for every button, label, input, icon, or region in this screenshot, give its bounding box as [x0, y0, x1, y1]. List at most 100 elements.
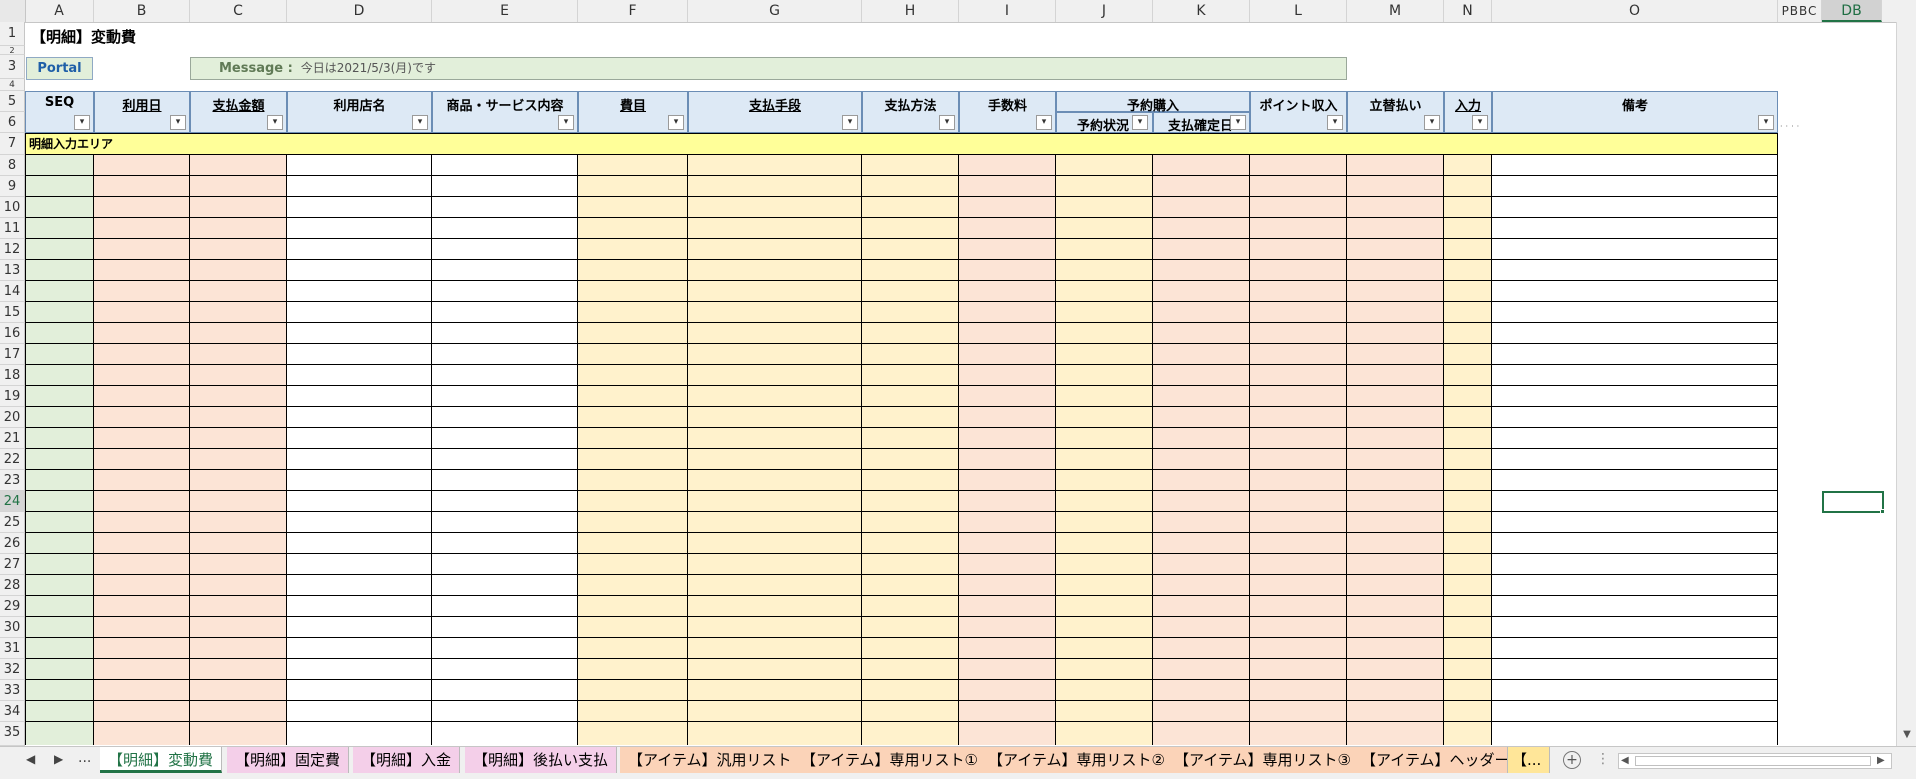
row-header[interactable]: 2: [0, 46, 25, 55]
row-header[interactable]: 23: [0, 470, 25, 491]
grid-line: [25, 406, 1778, 407]
col-header-a[interactable]: A: [25, 0, 94, 22]
row-header-selected[interactable]: 24: [0, 491, 25, 512]
sheet-tab[interactable]: 【明細】固定費: [227, 747, 350, 773]
filter-dropdown-notes[interactable]: ▾: [1758, 115, 1774, 130]
row-header[interactable]: 29: [0, 596, 25, 617]
sheet-tab[interactable]: 【アイテム】専用リスト②: [980, 747, 1174, 773]
select-all-corner[interactable]: [0, 0, 26, 22]
filter-dropdown-amount[interactable]: ▾: [267, 115, 283, 130]
row-header[interactable]: 25: [0, 512, 25, 533]
tab-splitter-icon[interactable]: ⋮: [1596, 751, 1610, 767]
scrollbar-thumb[interactable]: [1635, 756, 1871, 766]
row-header[interactable]: 7: [0, 133, 25, 155]
tab-overflow-left[interactable]: ...: [78, 750, 91, 766]
row-header[interactable]: 21: [0, 428, 25, 449]
row-header[interactable]: 6: [0, 112, 25, 133]
row-header[interactable]: 20: [0, 407, 25, 428]
grid-line: [25, 490, 1778, 491]
tab-scroll-right-icon[interactable]: ▶: [54, 752, 63, 766]
col-header-db-selected[interactable]: DB: [1822, 0, 1882, 22]
col-header-hidden-group[interactable]: PBBC: [1778, 0, 1822, 22]
row-header[interactable]: 17: [0, 344, 25, 365]
row-header[interactable]: 34: [0, 701, 25, 722]
row-header[interactable]: 5: [0, 91, 25, 112]
row-header[interactable]: 32: [0, 659, 25, 680]
sheet-tab[interactable]: 【アイテム】専用リスト①: [793, 747, 987, 773]
filter-dropdown-fee[interactable]: ▾: [1036, 115, 1052, 130]
collapsed-columns-indicator[interactable]: ····: [1780, 122, 1822, 131]
filter-dropdown-method[interactable]: ▾: [939, 115, 955, 130]
row-header[interactable]: 13: [0, 260, 25, 281]
row-header[interactable]: 3: [0, 55, 25, 79]
row-header[interactable]: 9: [0, 176, 25, 197]
add-sheet-icon[interactable]: +: [1563, 751, 1581, 769]
row-header[interactable]: 30: [0, 617, 25, 638]
column-band-reservation-status: [1056, 155, 1153, 745]
filter-dropdown-store[interactable]: ▾: [412, 115, 428, 130]
row-header[interactable]: 10: [0, 197, 25, 218]
column-band-method: [862, 155, 959, 745]
filter-dropdown-payment-date[interactable]: ▾: [1230, 115, 1246, 130]
grid-line: [25, 217, 1778, 218]
row-header[interactable]: 18: [0, 365, 25, 386]
row-header[interactable]: 27: [0, 554, 25, 575]
column-band-category: [578, 155, 688, 745]
row-header[interactable]: 1: [0, 22, 25, 46]
filter-dropdown-category[interactable]: ▾: [668, 115, 684, 130]
col-header-b[interactable]: B: [94, 0, 190, 22]
row-header[interactable]: 12: [0, 239, 25, 260]
vertical-scrollbar[interactable]: ▼: [1896, 22, 1916, 746]
horizontal-scrollbar[interactable]: ◀ ▶: [1618, 753, 1892, 769]
col-header-n[interactable]: N: [1444, 0, 1492, 22]
row-header[interactable]: 35: [0, 722, 25, 746]
col-header-j[interactable]: J: [1056, 0, 1153, 22]
col-header-o[interactable]: O: [1492, 0, 1778, 22]
row-header[interactable]: 28: [0, 575, 25, 596]
sheet-tab-active[interactable]: 【明細】変動費: [100, 747, 223, 773]
filter-dropdown-points[interactable]: ▾: [1327, 115, 1343, 130]
row-header[interactable]: 22: [0, 449, 25, 470]
sheet-tab[interactable]: 【明細】入金: [353, 747, 461, 773]
col-header-k[interactable]: K: [1153, 0, 1250, 22]
row-header[interactable]: 15: [0, 302, 25, 323]
sheet-tab[interactable]: 【アイテム】ヘッダー: [1353, 747, 1508, 773]
col-header-e[interactable]: E: [432, 0, 578, 22]
row-header[interactable]: 19: [0, 386, 25, 407]
col-header-l[interactable]: L: [1250, 0, 1347, 22]
col-header-d[interactable]: D: [287, 0, 432, 22]
sheet-tab[interactable]: 【アイテム】専用リスト③: [1166, 747, 1360, 773]
filter-dropdown-method-type[interactable]: ▾: [842, 115, 858, 130]
filter-dropdown-advance[interactable]: ▾: [1424, 115, 1440, 130]
filter-dropdown-date[interactable]: ▾: [170, 115, 186, 130]
tab-scroll-left-icon[interactable]: ◀: [26, 752, 35, 766]
row-header[interactable]: 14: [0, 281, 25, 302]
grid-line: [25, 385, 1778, 386]
row-header[interactable]: 8: [0, 155, 25, 176]
col-header-g[interactable]: G: [688, 0, 862, 22]
row-header[interactable]: 11: [0, 218, 25, 239]
row-header[interactable]: 4: [0, 79, 25, 91]
col-header-i[interactable]: I: [959, 0, 1056, 22]
filter-dropdown-reservation-status[interactable]: ▾: [1132, 115, 1148, 130]
scroll-down-icon[interactable]: ▼: [1900, 728, 1914, 742]
sheet-tab-truncated[interactable]: 【...: [1508, 747, 1550, 773]
scroll-right-icon[interactable]: ▶: [1877, 754, 1885, 768]
portal-link-button[interactable]: Portal: [26, 57, 93, 80]
scroll-left-icon[interactable]: ◀: [1621, 754, 1629, 768]
col-header-m[interactable]: M: [1347, 0, 1444, 22]
active-cell-cursor[interactable]: [1822, 491, 1884, 513]
filter-dropdown-input[interactable]: ▾: [1472, 115, 1488, 130]
row-header[interactable]: 31: [0, 638, 25, 659]
row-header[interactable]: 26: [0, 533, 25, 554]
filter-dropdown-item[interactable]: ▾: [558, 115, 574, 130]
row-header[interactable]: 16: [0, 323, 25, 344]
sheet-tab[interactable]: 【明細】後払い支払: [465, 747, 618, 773]
col-header-h[interactable]: H: [862, 0, 959, 22]
row-header[interactable]: 33: [0, 680, 25, 701]
col-header-c[interactable]: C: [190, 0, 287, 22]
col-header-f[interactable]: F: [578, 0, 688, 22]
fill-handle[interactable]: [1880, 509, 1885, 514]
filter-dropdown-seq[interactable]: ▾: [74, 115, 90, 130]
sheet-tab[interactable]: 【アイテム】汎用リスト: [620, 747, 801, 773]
